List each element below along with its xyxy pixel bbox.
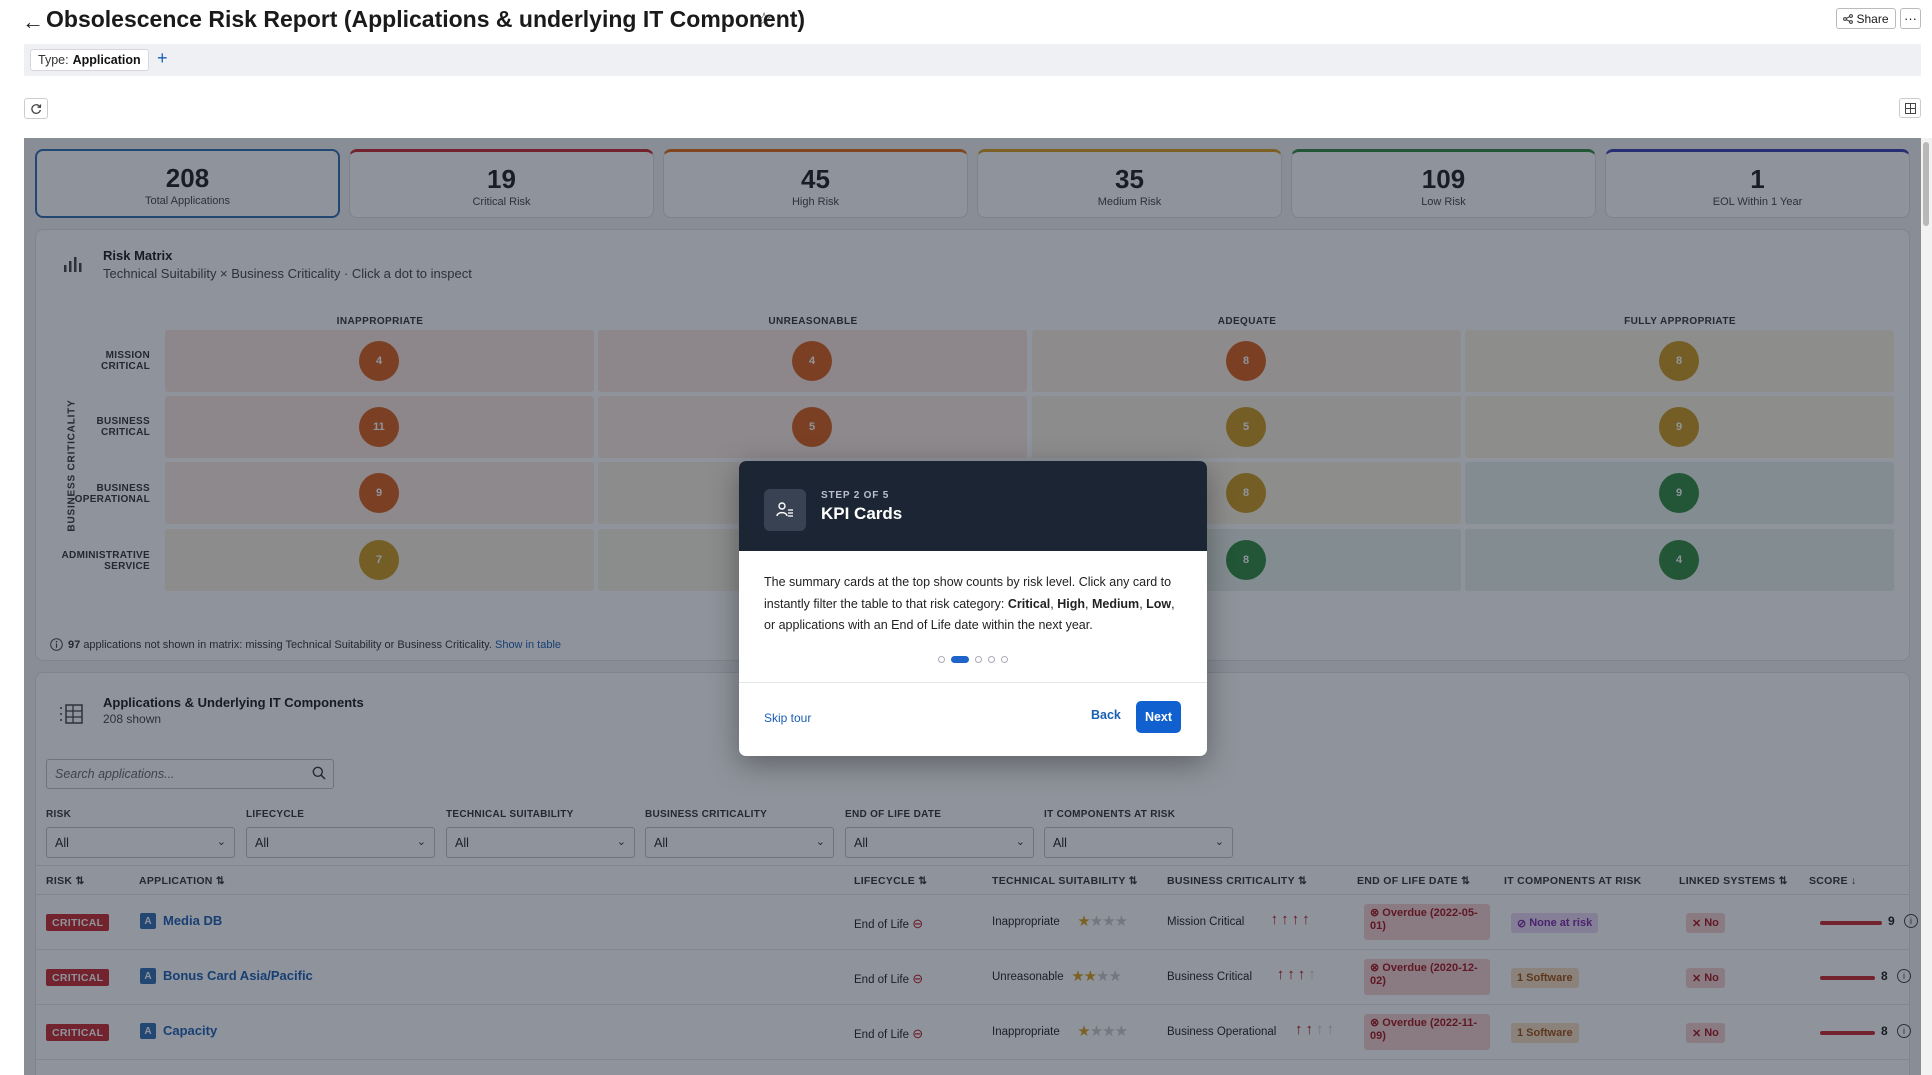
page-header: ← Obsolescence Risk Report (Applications…: [0, 0, 1932, 42]
back-arrow-icon[interactable]: ←: [22, 9, 44, 35]
scrollbar-thumb[interactable]: [1923, 142, 1929, 226]
share-button[interactable]: Share: [1836, 8, 1896, 29]
more-options-button[interactable]: ···: [1900, 8, 1921, 29]
tour-description: The summary cards at the top show counts…: [764, 575, 1175, 632]
tour-header: STEP 2 OF 5 KPI Cards: [739, 461, 1207, 551]
tour-step-dot[interactable]: [988, 656, 995, 663]
page-title: Obsolescence Risk Report (Applications &…: [46, 6, 806, 32]
next-button[interactable]: Next: [1136, 701, 1181, 733]
tour-dialog: STEP 2 OF 5 KPI Cards The summary cards …: [739, 461, 1207, 756]
favorite-star-icon[interactable]: ☆: [756, 9, 772, 30]
share-icon: [1843, 13, 1854, 24]
share-label: Share: [1856, 11, 1889, 26]
type-filter-chip[interactable]: Type: Application: [30, 49, 149, 71]
skip-tour-link[interactable]: Skip tour: [764, 711, 811, 725]
tour-divider: [739, 682, 1207, 683]
type-filter-prefix: Type:: [38, 53, 69, 67]
tour-step-indicator: STEP 2 OF 5: [821, 490, 890, 501]
tour-step-dot[interactable]: [1001, 656, 1008, 663]
grid-layout-icon: [1904, 102, 1916, 114]
layout-toggle-button[interactable]: [1899, 98, 1921, 118]
tour-progress-dots: [739, 656, 1207, 663]
back-button[interactable]: Back: [1091, 708, 1121, 722]
refresh-icon: [31, 103, 42, 114]
tour-step-dot[interactable]: [975, 656, 982, 663]
tour-title: KPI Cards: [821, 504, 903, 523]
type-filter-value: Application: [72, 53, 141, 67]
tour-step-dot[interactable]: [938, 656, 945, 663]
add-filter-button[interactable]: +: [157, 48, 168, 69]
user-checklist-icon: [764, 489, 806, 531]
scrollbar-track[interactable]: [1921, 138, 1932, 1075]
refresh-button[interactable]: [24, 98, 48, 119]
tour-step-dot[interactable]: [951, 656, 969, 663]
filter-bar: Type: Application +: [24, 44, 1921, 76]
